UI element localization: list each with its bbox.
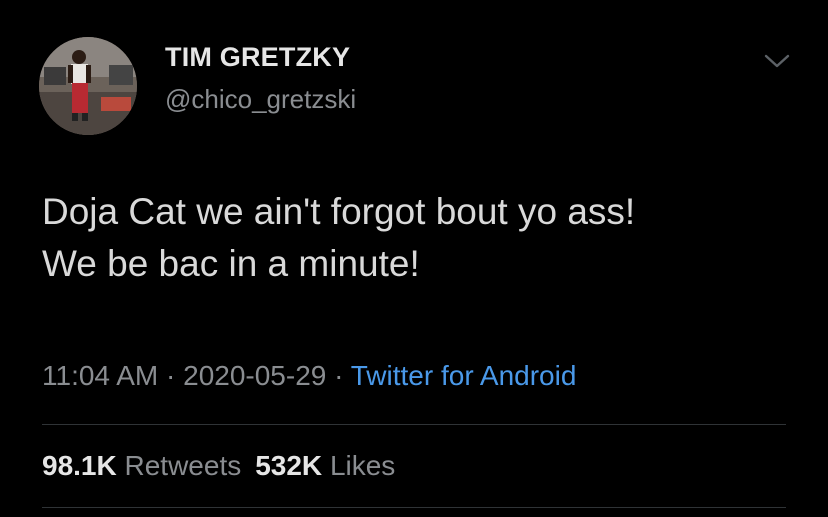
- meta-separator: ·: [166, 360, 176, 391]
- divider: [42, 507, 786, 508]
- tweet-source-link[interactable]: Twitter for Android: [351, 360, 577, 391]
- avatar[interactable]: [39, 37, 137, 135]
- meta-separator: ·: [334, 360, 344, 391]
- retweets-label: Retweets: [124, 450, 242, 481]
- author-name[interactable]: TIM GRETZKY: [165, 42, 350, 73]
- likes-stat[interactable]: 532K Likes: [255, 450, 395, 481]
- retweets-count: 98.1K: [42, 450, 117, 481]
- likes-label: Likes: [329, 450, 396, 481]
- tweet-card: TIM GRETZKY @chico_gretzski Doja Cat we …: [0, 0, 828, 517]
- tweet-stats: 98.1K Retweets 532K Likes: [42, 450, 395, 482]
- author-handle[interactable]: @chico_gretzski: [165, 84, 356, 115]
- tweet-date: 2020-05-29: [183, 360, 327, 391]
- tweet-text: Doja Cat we ain't forgot bout yo ass! We…: [42, 191, 636, 284]
- divider: [42, 424, 786, 425]
- likes-count: 532K: [255, 450, 323, 481]
- tweet-time: 11:04 AM: [42, 360, 159, 391]
- tweet-meta: 11:04 AM · 2020-05-29 · Twitter for Andr…: [42, 360, 576, 392]
- chevron-down-icon[interactable]: [762, 50, 792, 72]
- avatar-photo: [39, 37, 137, 135]
- retweets-stat[interactable]: 98.1K Retweets: [42, 450, 241, 481]
